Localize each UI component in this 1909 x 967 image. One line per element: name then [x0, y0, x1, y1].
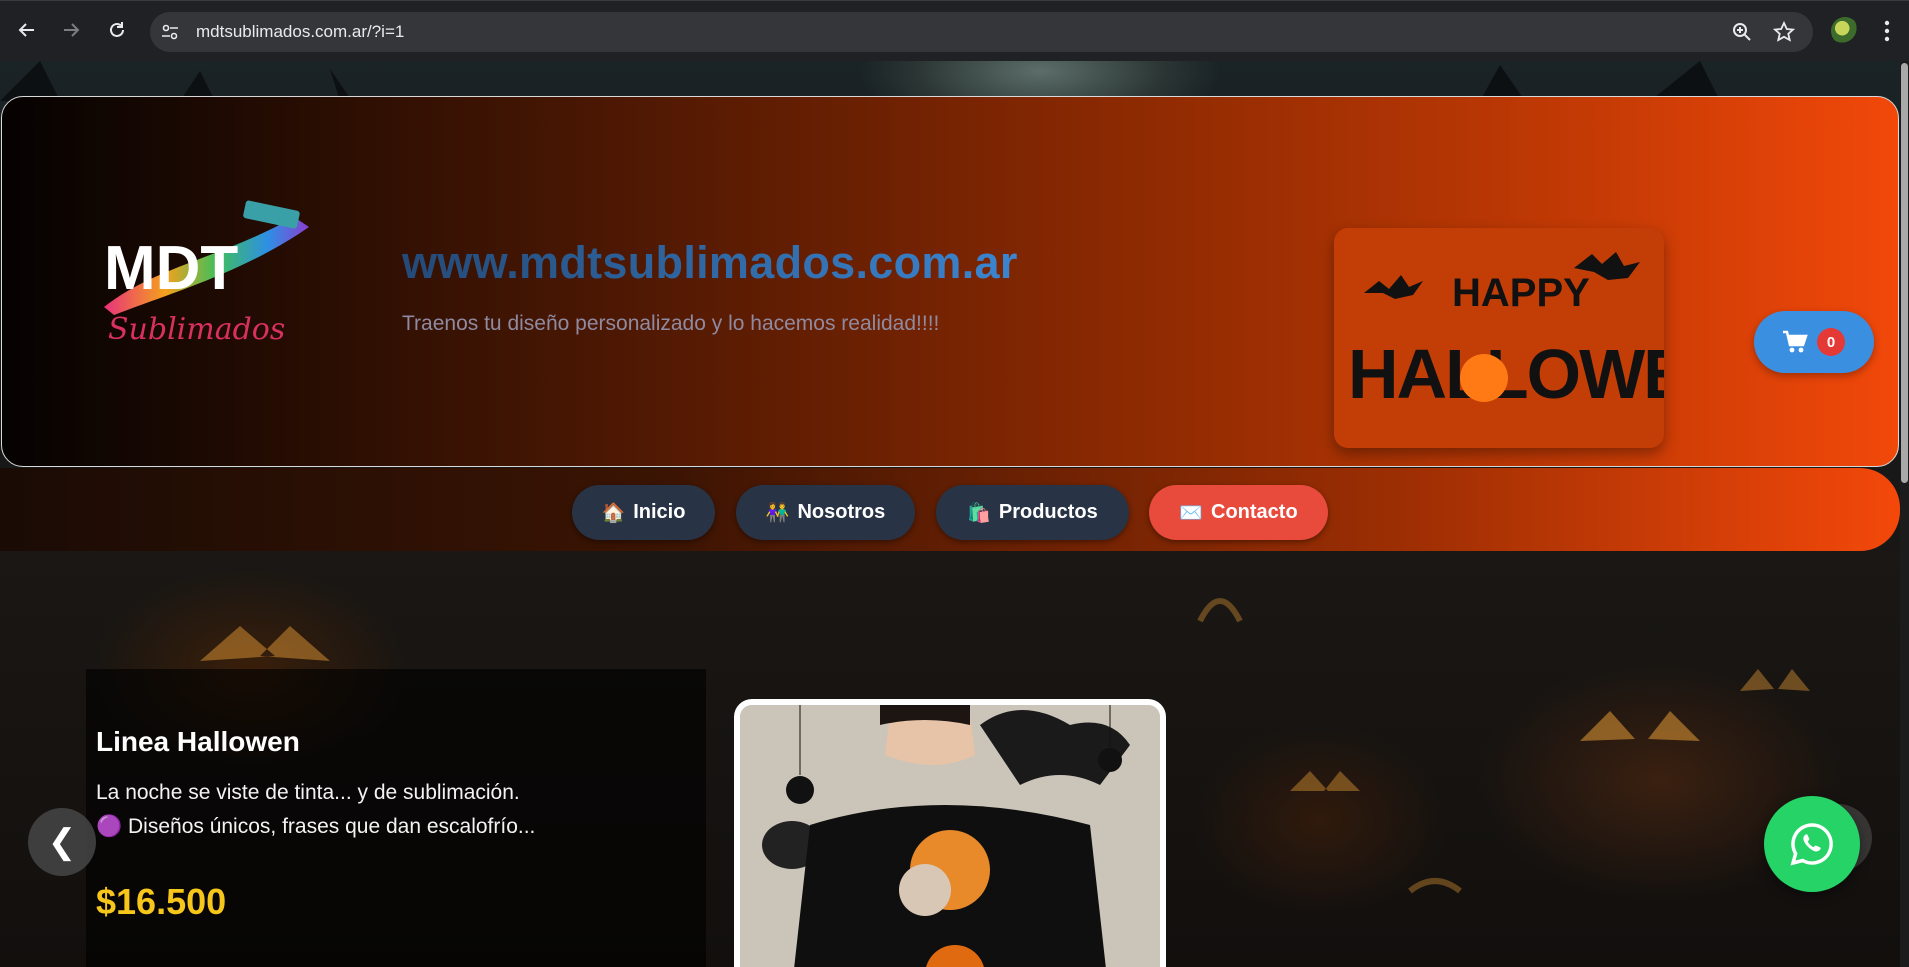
url-text[interactable]: mdtsublimados.com.ar/?i=1 — [196, 22, 404, 42]
cart-button[interactable]: 0 — [1754, 311, 1874, 373]
house-icon: 🏠 — [601, 502, 626, 524]
svg-text:MDT: MDT — [104, 234, 238, 303]
spider-icon — [1098, 748, 1122, 772]
spider-icon — [786, 776, 814, 804]
product-description-text: Diseños únicos, frases que dan escalofrí… — [128, 815, 536, 838]
svg-text:HAPPY: HAPPY — [1452, 271, 1590, 315]
shopping-cart-icon — [1782, 330, 1808, 357]
envelope-icon: ✉️ — [1179, 502, 1203, 524]
product-name: Linea Hallowen — [96, 726, 300, 757]
nav-item-label: Productos — [998, 501, 1098, 523]
zoom-icon[interactable] — [1731, 21, 1753, 48]
svg-text:Sublimados: Sublimados — [108, 312, 285, 347]
product-description-line1: La noche se viste de tinta... y de subli… — [96, 781, 520, 804]
profile-avatar[interactable] — [1831, 17, 1859, 45]
page-scrollbar[interactable] — [1900, 61, 1909, 967]
site-title[interactable]: www.mdtsublimados.com.ar — [402, 237, 1018, 289]
whatsapp-button[interactable] — [1764, 796, 1860, 892]
product-image[interactable] — [734, 699, 1166, 967]
halloween-banner: HAPPY HALLOWEEN — [1334, 228, 1783, 448]
product-description-line2: 🟣 Diseños únicos, frases que dan escalof… — [96, 815, 535, 839]
product-price: $16.500 — [96, 881, 227, 922]
back-arrow-icon[interactable] — [12, 15, 42, 45]
nav-item-inicio[interactable]: 🏠 Inicio — [572, 485, 715, 540]
nav-item-productos[interactable]: 🛍️ Productos — [936, 485, 1129, 540]
scrollbar-thumb[interactable] — [1901, 63, 1908, 483]
bookmark-star-icon[interactable] — [1772, 20, 1796, 48]
address-bar[interactable]: mdtsublimados.com.ar/?i=1 — [150, 12, 1813, 52]
nav-item-label: Inicio — [633, 501, 686, 523]
nav-item-label: Nosotros — [797, 501, 886, 523]
bat-icon — [1364, 275, 1423, 299]
nav-item-contacto[interactable]: ✉️ Contacto — [1149, 485, 1328, 540]
cart-count-badge: 0 — [1817, 328, 1845, 356]
page-viewport: MDT Sublimados www.mdtsublimados.com.ar … — [0, 61, 1909, 967]
whatsapp-icon — [1790, 823, 1833, 866]
spooky-trees-decoration — [0, 61, 1720, 101]
reload-icon[interactable] — [102, 15, 132, 45]
nav-item-label: Contacto — [1211, 501, 1298, 523]
browser-toolbar: mdtsublimados.com.ar/?i=1 — [0, 0, 1909, 61]
site-header: MDT Sublimados www.mdtsublimados.com.ar … — [1, 96, 1899, 467]
carousel-prev-button[interactable]: ❮ — [28, 808, 96, 876]
main-nav: 🏠 Inicio 👫 Nosotros 🛍️ Productos ✉️ Cont… — [0, 468, 1900, 551]
forward-arrow-icon[interactable] — [56, 15, 86, 45]
people-icon: 👫 — [765, 502, 790, 524]
hero-carousel: Linea Hallowen La noche se viste de tint… — [0, 551, 1900, 967]
shopping-bags-icon: 🛍️ — [967, 502, 991, 524]
site-info-icon[interactable] — [160, 22, 182, 42]
nav-item-nosotros[interactable]: 👫 Nosotros — [736, 485, 915, 540]
more-menu-icon[interactable] — [1884, 19, 1890, 43]
purple-circle-icon: 🟣 — [96, 815, 123, 838]
site-tagline: Traenos tu diseño personalizado y lo hac… — [402, 312, 940, 335]
mdt-logo[interactable]: MDT Sublimados — [94, 197, 324, 357]
skull-icon — [899, 864, 951, 916]
